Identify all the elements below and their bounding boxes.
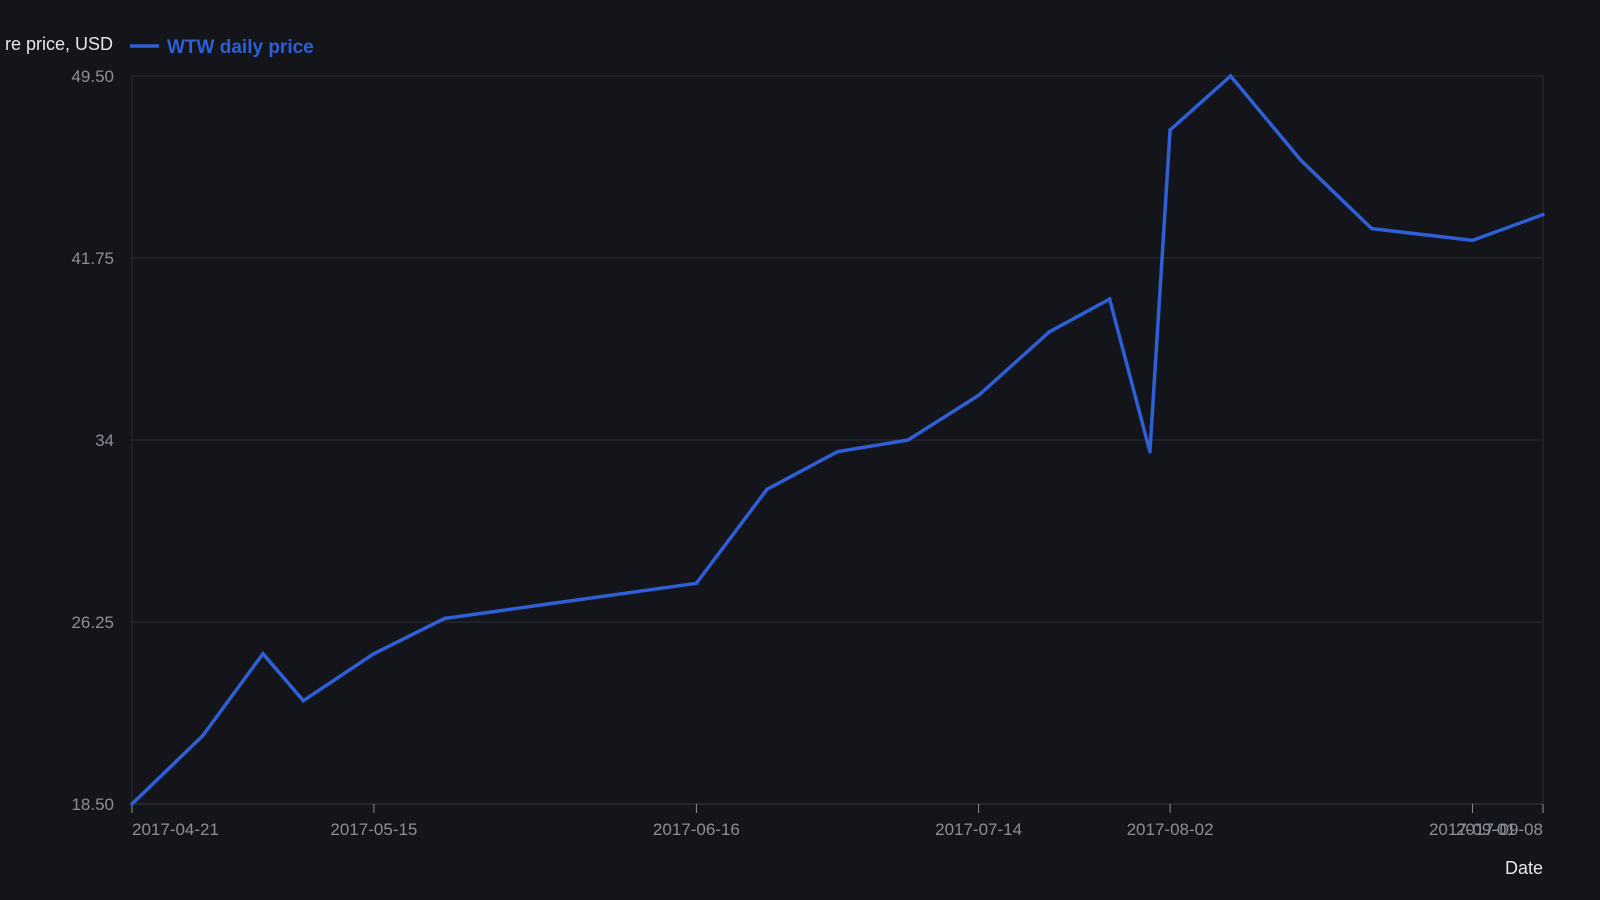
- y-tick-label: 26.25: [71, 613, 114, 632]
- data-point: [694, 581, 699, 586]
- data-point: [765, 487, 769, 492]
- y-tick-label: 41.75: [71, 249, 114, 268]
- legend-label: WTW daily price: [167, 37, 314, 58]
- y-tick-label: 18.50: [71, 795, 114, 814]
- data-point: [906, 438, 910, 442]
- x-axis-title: Date: [1505, 858, 1543, 878]
- x-tick-label: 2017-04-21: [132, 820, 219, 839]
- y-tick-label: 49.50: [71, 67, 114, 86]
- data-point: [1299, 158, 1303, 163]
- y-tick-label: 34: [95, 431, 114, 450]
- y-axis-title: re price, USD: [5, 34, 113, 54]
- data-point: [1148, 449, 1152, 454]
- data-point: [835, 449, 840, 454]
- grid: [131, 75, 1544, 805]
- data-point: [1107, 297, 1112, 301]
- x-tick-label: 2017-08-02: [1127, 820, 1214, 839]
- data-point: [543, 602, 548, 607]
- data-point: [976, 393, 981, 398]
- price-chart: re price, USD WTW daily price 18.50 26.25…: [5, 34, 1545, 878]
- y-axis: 18.50 26.25 34 41.75 49.50: [71, 67, 114, 814]
- data-point: [261, 651, 265, 656]
- data-point: [1369, 226, 1374, 231]
- legend: WTW daily price: [130, 37, 314, 58]
- data-point: [301, 698, 306, 703]
- x-axis: 2017-04-21 2017-05-15 2017-06-16 2017-07-14…: [131, 803, 1544, 839]
- data-point: [1228, 74, 1233, 78]
- data-point: [1470, 238, 1475, 243]
- data-point: [1168, 128, 1172, 132]
- data-point: [130, 802, 134, 806]
- data-point: [1047, 330, 1051, 334]
- data-point: [372, 651, 376, 656]
- x-tick-label: 2017-07-14: [935, 820, 1022, 839]
- x-tick-label: 2017-05-15: [330, 820, 417, 839]
- data-point: [200, 734, 205, 738]
- x-tick-label: 2017-06-16: [653, 820, 740, 839]
- data-point: [442, 616, 447, 621]
- x-tick-label: 2017-09-08: [1456, 820, 1543, 839]
- data-point: [1541, 212, 1545, 217]
